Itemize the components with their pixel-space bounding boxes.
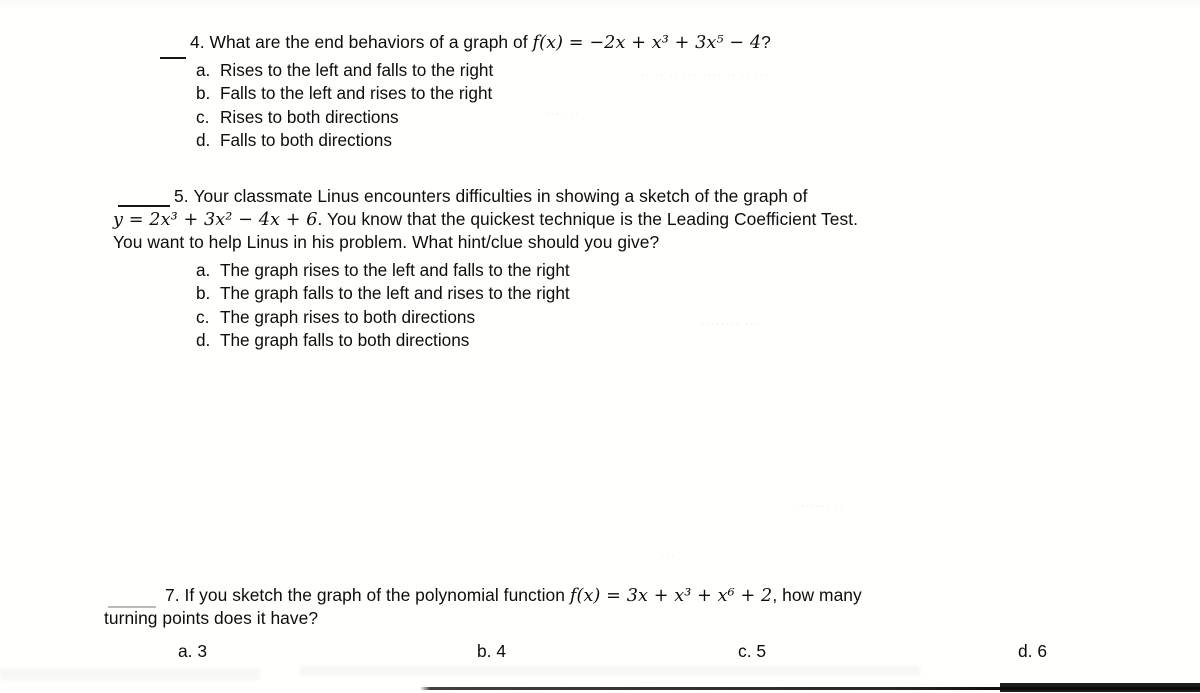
option-letter: a. [196,260,211,280]
option-text: Falls to both directions [220,130,392,151]
option-text: Rises to the left and falls to the right [220,60,494,80]
question-7-equation: f(x) = 3x + x³ + x⁶ + 2 [569,586,773,606]
question-5-line2: . You know that the quickest technique i… [317,209,858,229]
option-q5-b[interactable]: b. The graph falls to the left and rises… [196,282,570,305]
option-text: 3 [197,641,208,661]
option-text: The graph rises to both directions [220,306,476,327]
question-4-stem-text: What are the end behaviors of a graph of [209,32,533,52]
question-5-line3-text: You want to help Linus in his problem. W… [113,232,660,252]
scan-ghost-text-1: ·· ·· ·· ··· ···· ·· ·· ··· [640,66,770,83]
question-4-terminator: ? [761,32,771,52]
question-5-equation: y = 2x³ + 3x² − 4x + 6 [113,210,318,230]
option-letter: d. [196,330,211,351]
question-4-number: 4. [190,32,205,52]
option-text: 5 [756,641,767,661]
scanned-worksheet-page: 4. What are the end behaviors of a graph… [0,0,1200,693]
option-q7-c[interactable]: c. 5 [738,641,766,662]
question-4-stem: 4. What are the end behaviors of a graph… [190,31,771,55]
option-q4-d[interactable]: d. Falls to both directions [196,129,493,152]
question-7-equation-rhs: 3x + x³ + x⁶ + 2 [626,586,773,606]
option-q7-d[interactable]: d. 6 [1018,641,1047,662]
option-q5-a[interactable]: a. The graph rises to the left and falls… [196,259,570,282]
option-text: The graph falls to the left and rises to… [220,283,570,304]
option-q5-d[interactable]: d. The graph falls to both directions [196,329,570,352]
scan-smudge-left [0,668,260,680]
question-7-stem-text: If you sketch the graph of the polynomia… [184,585,570,605]
question-5-equation-line: y = 2x³ + 3x² − 4x + 6. You know that th… [113,208,858,232]
option-letter: a. [178,641,193,661]
question-7-stem-suffix: , how many [772,585,862,605]
option-q4-b[interactable]: b. Falls to the left and rises to the ri… [196,82,493,105]
option-q7-a[interactable]: a. 3 [178,641,207,662]
scan-ghost-text-4: ······· ·· [795,497,845,514]
option-text: Falls to the left and rises to the right [220,83,493,104]
question-5-number: 5. [174,186,189,206]
scan-ghost-text-5: ··· [660,546,675,563]
option-q4-c[interactable]: c. Rises to both directions [196,106,493,129]
option-letter: c. [196,106,210,127]
question-7-line2-text: turning points does it have? [104,608,319,628]
option-letter: b. [196,83,211,104]
option-letter: b. [196,283,211,304]
option-letter: c. [738,641,752,661]
question-5-line3: You want to help Linus in his problem. W… [113,231,659,254]
option-letter: a. [196,60,211,80]
scan-ghost-text-2: ···· ·· [545,105,580,122]
option-q5-c[interactable]: c. The graph rises to both directions [196,306,570,329]
option-letter: b. [477,641,492,661]
question-5-equation-rhs: 2x³ + 3x² − 4x + 6 [149,210,318,230]
option-letter: c. [196,306,210,327]
question-5-stem: 5. Your classmate Linus encounters diffi… [174,185,808,208]
option-text: 4 [496,641,507,661]
question-4-options: a. Rises to the left and falls to the ri… [196,59,493,153]
option-text: Rises to both directions [220,106,399,127]
answer-blank-q5[interactable] [118,205,170,207]
question-4-equation: f(x) = −2x + x³ + 3x⁵ − 4 [532,33,762,53]
question-5-line1: Your classmate Linus encounters difficul… [193,186,808,206]
option-letter: d. [1018,641,1033,661]
scan-top-fade [0,0,1200,10]
question-7-options: a. 3 b. 4 c. 5 d. 6 [0,641,1200,667]
option-text: The graph rises to the left and falls to… [220,260,570,280]
scan-bottom-edge-dark [1000,683,1200,692]
question-7-stem: 7. If you sketch the graph of the polyno… [165,584,862,608]
scan-ghost-text-3: ········ ··· [700,315,760,332]
scan-smudge-mid [300,666,920,676]
option-q4-a[interactable]: a. Rises to the left and falls to the ri… [196,59,493,82]
scan-bottom-edge [0,675,1200,693]
question-7-line2: turning points does it have? [104,607,318,630]
option-text: 6 [1037,641,1048,661]
question-4-equation-rhs: −2x + x³ + 3x⁵ − 4 [589,33,762,53]
option-letter: d. [196,130,211,151]
question-5-options: a. The graph rises to the left and falls… [196,259,570,353]
question-7-number: 7. [165,585,180,605]
option-text: The graph falls to both directions [220,330,470,351]
option-q7-b[interactable]: b. 4 [477,641,506,662]
answer-blank-q4[interactable] [160,57,186,59]
